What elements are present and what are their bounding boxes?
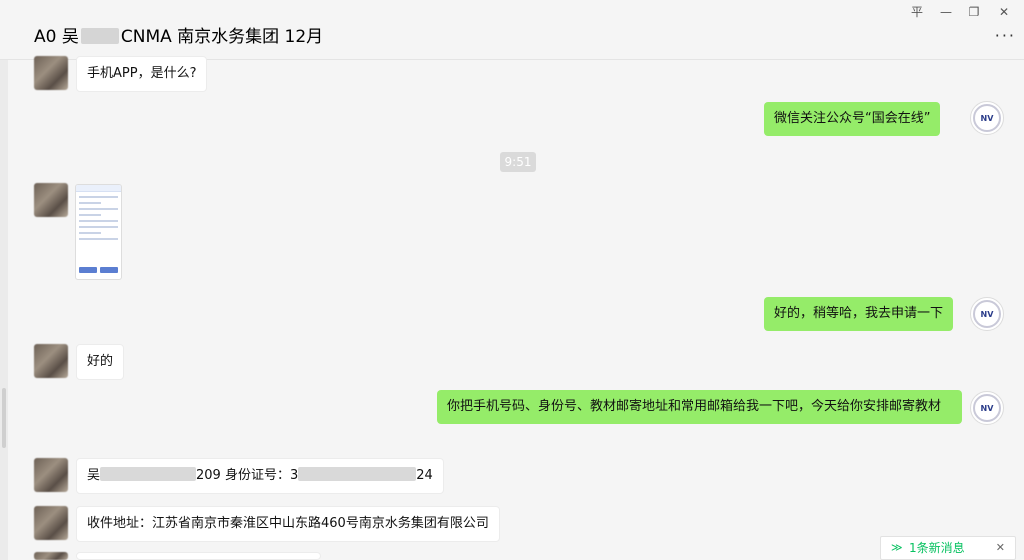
logo-icon: NV xyxy=(973,104,1001,132)
thumbnail-line xyxy=(79,202,101,204)
close-icon[interactable]: ✕ xyxy=(996,537,1005,559)
thumbnail-line xyxy=(79,196,118,198)
message-bubble-received[interactable]: 吴 209 身份证号：3 24 xyxy=(76,458,444,494)
contact-avatar[interactable] xyxy=(34,552,68,560)
message-bubble-received[interactable]: 收件地址：江苏省南京市秦淮区中山东路460号南京水务集团有限公司 xyxy=(76,506,500,542)
id-suffix-text: 24 xyxy=(416,468,433,483)
message-bubble-received[interactable] xyxy=(76,552,321,560)
thumbnail-line xyxy=(79,238,118,240)
self-avatar[interactable]: NV xyxy=(970,391,1004,425)
self-avatar[interactable]: NV xyxy=(970,101,1004,135)
chat-header: A0 吴 CNMA 南京水务集团 12月 平 — ❐ ✕ ··· xyxy=(0,0,1024,60)
redacted-id xyxy=(298,467,417,481)
message-bubble-received[interactable]: 好的 xyxy=(76,344,125,380)
chat-title-prefix: A0 吴 xyxy=(34,27,79,47)
contact-avatar[interactable] xyxy=(34,183,68,217)
thumbnail-line xyxy=(79,226,118,228)
scrollbar[interactable] xyxy=(2,388,6,448)
thumbnail-line xyxy=(79,232,101,234)
thumbnail-header xyxy=(76,185,121,192)
id-label-text: 209 身份证号：3 xyxy=(196,468,299,483)
new-message-label[interactable]: 1条新消息 xyxy=(909,537,965,559)
thumbnail-line xyxy=(79,220,118,222)
new-message-notice[interactable]: ≫ 1条新消息 ✕ xyxy=(880,536,1016,560)
pin-button[interactable]: 平 xyxy=(905,3,929,21)
thumbnail-buttons xyxy=(79,267,118,273)
contact-avatar[interactable] xyxy=(34,458,68,492)
sidebar-edge xyxy=(0,60,8,560)
more-options-button[interactable]: ··· xyxy=(995,26,1016,45)
close-button[interactable]: ✕ xyxy=(992,3,1016,21)
chat-title-suffix: CNMA 南京水务集团 12月 xyxy=(120,27,324,47)
double-chevron-down-icon: ≫ xyxy=(891,541,903,554)
name-text: 吴 xyxy=(87,468,101,483)
message-bubble-sent[interactable]: 你把手机号码、身份号、教材邮寄地址和常用邮箱给我一下吧，今天给你安排邮寄教材 xyxy=(437,390,962,424)
message-timestamp: 9:51 xyxy=(500,152,536,172)
contact-avatar[interactable] xyxy=(34,506,68,540)
redacted-name xyxy=(80,28,119,44)
image-message-thumbnail[interactable] xyxy=(75,184,122,280)
logo-icon: NV xyxy=(973,300,1001,328)
minimize-button[interactable]: — xyxy=(934,3,958,21)
contact-avatar[interactable] xyxy=(34,56,68,90)
chat-title: A0 吴 CNMA 南京水务集团 12月 xyxy=(34,22,323,47)
message-bubble-received[interactable]: 手机APP，是什么? xyxy=(76,56,208,92)
message-bubble-sent[interactable]: 好的，稍等哈，我去申请一下 xyxy=(764,297,954,331)
thumbnail-line xyxy=(79,208,118,210)
maximize-button[interactable]: ❐ xyxy=(962,3,986,21)
logo-icon: NV xyxy=(973,394,1001,422)
thumbnail-line xyxy=(79,214,101,216)
message-bubble-sent[interactable]: 微信关注公众号“国会在线” xyxy=(764,102,941,136)
contact-avatar[interactable] xyxy=(34,344,68,378)
self-avatar[interactable]: NV xyxy=(970,297,1004,331)
redacted-phone xyxy=(100,467,197,481)
